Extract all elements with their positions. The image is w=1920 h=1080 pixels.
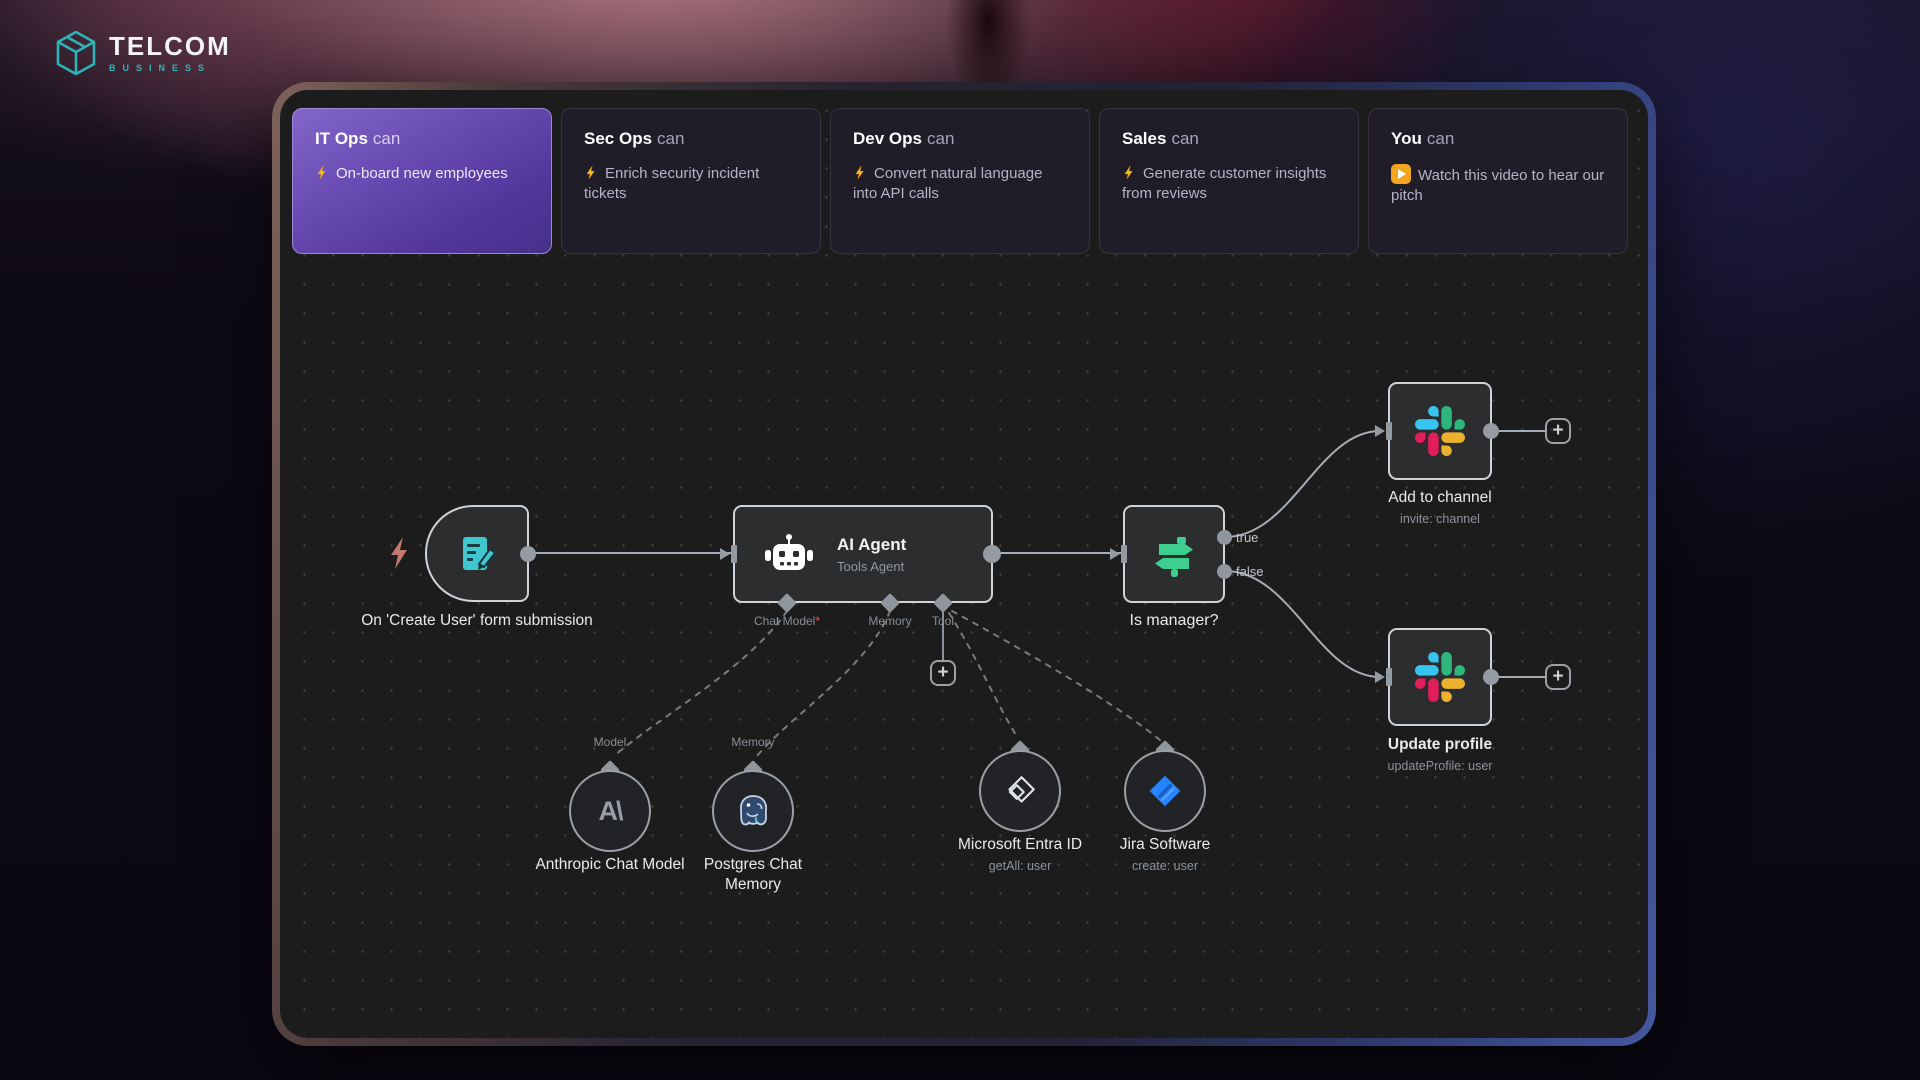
node-anthropic-chat-model[interactable]: A\ [569,770,651,852]
node-label: Microsoft Entra ID [958,835,1082,855]
workflow-canvas[interactable]: IT Opscan On-board new employees Sec Ops… [280,90,1648,1038]
node-form-trigger[interactable] [425,505,529,602]
output-port[interactable] [1483,423,1499,439]
tab-desc: Enrich security incident tickets [584,164,798,205]
branch-true-output: true [1217,530,1258,545]
add-tool-button[interactable]: + [930,660,956,686]
wire-true-slack [1225,431,1380,537]
brand-name: TELCOM [109,33,231,59]
node-label: Add to channel [1388,488,1491,508]
play-video-icon[interactable] [1391,164,1411,184]
slack-icon [1415,406,1465,456]
true-label: true [1236,530,1258,545]
tab-desc: Watch this video to hear our pitch [1391,164,1605,207]
lightning-icon [1122,165,1137,180]
node-label: Jira Software [1120,835,1210,855]
input-port[interactable] [1121,545,1127,563]
signpost-icon [1150,530,1198,578]
memory-port-label: Memory [868,614,911,628]
node-microsoft-entra-id[interactable] [979,750,1061,832]
output-port[interactable] [983,545,1001,563]
tool-port-label: Tool [932,614,954,628]
entra-icon [1001,772,1039,810]
node-postgres-chat-memory[interactable] [712,770,794,852]
true-port[interactable] [1217,530,1232,545]
tab-you[interactable]: Youcan Watch this video to hear our pitc… [1368,108,1628,254]
node-slack-update-profile[interactable] [1388,628,1492,726]
lightning-icon [584,165,599,180]
agent-title: AI Agent [837,535,906,555]
brand-tagline: BUSINESS [109,63,231,73]
node-slack-add-to-channel[interactable] [1388,382,1492,480]
node-operation: getAll: user [989,859,1052,873]
node-jira-software[interactable] [1124,750,1206,832]
trigger-lightning-icon [388,536,412,570]
node-label: Anthropic Chat Model [535,855,685,875]
agent-subtitle: Tools Agent [837,559,906,574]
model-slot-label: Model [594,735,627,749]
lightning-icon [853,165,868,180]
output-port[interactable] [520,546,536,562]
input-port[interactable] [1386,668,1392,686]
tab-sales[interactable]: Salescan Generate customer insights from… [1099,108,1359,254]
node-operation: updateProfile: user [1388,759,1493,773]
lightning-icon [315,165,330,180]
slack-icon [1415,652,1465,702]
tab-title: Sec Opscan [584,129,798,149]
hero-frame: IT Opscan On-board new employees Sec Ops… [272,82,1656,1046]
node-label: Is manager? [1130,611,1219,632]
brand-logo[interactable]: TELCOM BUSINESS [55,30,231,76]
add-next-node-button-top[interactable]: + [1545,418,1571,444]
tab-title: IT Opscan [315,129,529,149]
tab-desc: On-board new employees [315,164,529,184]
tab-desc: Generate customer insights from reviews [1122,164,1336,205]
false-port[interactable] [1217,564,1232,579]
wire-memory [757,611,890,756]
node-is-manager[interactable] [1123,505,1225,603]
node-label: On 'Create User' form submission [359,611,595,631]
memory-slot-label: Memory [731,735,774,749]
robot-icon [763,533,815,575]
tab-title: Salescan [1122,129,1336,149]
input-port[interactable] [1386,422,1392,440]
anthropic-icon: A\ [599,796,622,827]
input-port[interactable] [731,545,737,563]
add-next-node-button-bottom[interactable]: + [1545,664,1571,690]
tab-desc: Convert natural language into API calls [853,164,1067,205]
node-label: Postgres Chat Memory [678,855,828,895]
branch-false-output: false [1217,564,1263,579]
wire-false-slack [1225,571,1380,677]
node-label: Update profile [1388,735,1492,755]
tab-title: Youcan [1391,129,1605,149]
wire-tool-entra [949,613,1018,738]
tab-title: Dev Opscan [853,129,1067,149]
false-label: false [1236,564,1263,579]
form-icon [454,531,500,577]
chat-model-port-label: Chat Model* [754,614,820,628]
tab-sec-ops[interactable]: Sec Opscan Enrich security incident tick… [561,108,821,254]
postgres-icon [733,791,773,831]
tab-dev-ops[interactable]: Dev Opscan Convert natural language into… [830,108,1090,254]
node-operation: create: user [1132,859,1198,873]
output-port[interactable] [1483,669,1499,685]
node-operation: invite: channel [1400,512,1480,526]
tab-it-ops[interactable]: IT Opscan On-board new employees [292,108,552,254]
jira-icon [1146,772,1184,810]
use-case-tabs: IT Opscan On-board new employees Sec Ops… [292,108,1628,254]
cube-icon [55,30,97,76]
node-ai-agent[interactable]: AI Agent Tools Agent [733,505,993,603]
